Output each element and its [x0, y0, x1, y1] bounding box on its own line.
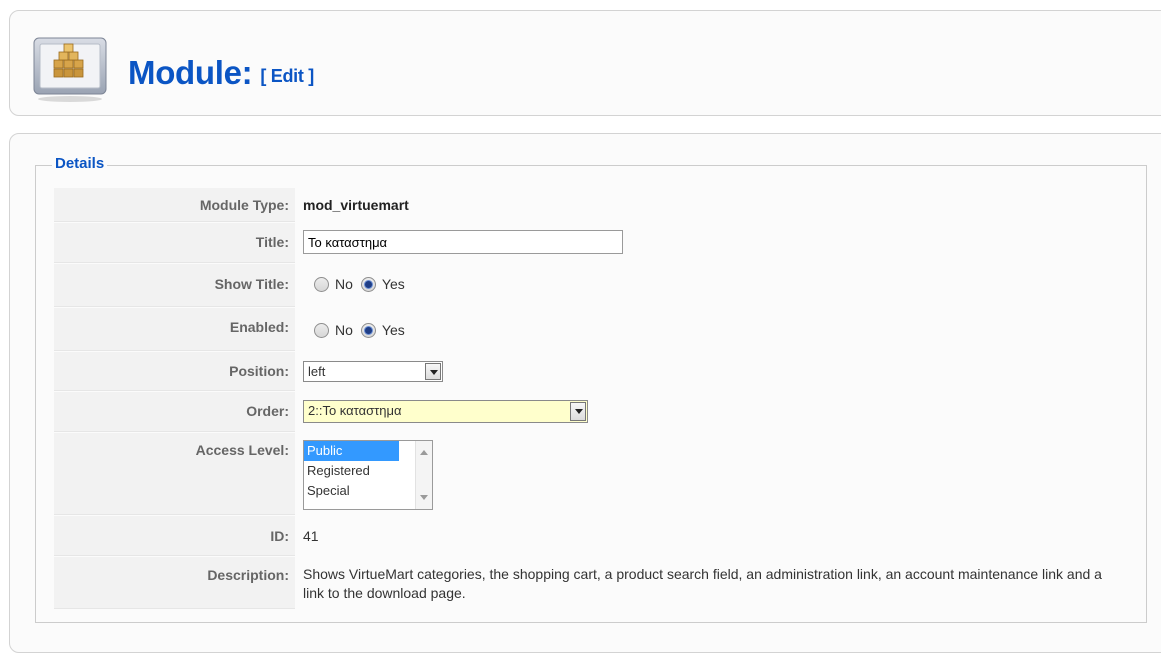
enabled-no-label: No [335, 322, 353, 338]
module-type-row: Module Type: mod_virtuemart [54, 188, 1138, 222]
order-row: Order: 2::Το καταστημα [54, 392, 1138, 432]
chevron-down-icon[interactable] [425, 363, 441, 380]
module-type-label: Module Type: [54, 188, 295, 222]
access-level-option-special[interactable]: Special [304, 481, 399, 501]
description-row: Description: Shows VirtueMart categories… [54, 557, 1138, 609]
access-level-row: Access Level: Public Registered Special [54, 433, 1138, 515]
position-label: Position: [54, 352, 295, 391]
module-type-value: mod_virtuemart [303, 197, 409, 213]
scroll-down-icon[interactable] [420, 495, 428, 500]
enabled-label: Enabled: [54, 308, 295, 351]
scroll-up-icon[interactable] [420, 450, 428, 455]
show-title-no-radio[interactable] [314, 276, 329, 292]
enabled-row: Enabled: No Yes [54, 308, 1138, 351]
show-title-yes-radio[interactable] [360, 276, 376, 292]
id-label: ID: [54, 516, 295, 556]
order-select-value: 2::Το καταστημα [308, 403, 402, 418]
enabled-no-radio[interactable] [314, 322, 329, 338]
page-title: Module: [ Edit ] [128, 54, 314, 92]
chevron-down-icon[interactable] [570, 402, 586, 421]
enabled-yes-label: Yes [381, 322, 405, 338]
position-row: Position: left [54, 352, 1138, 391]
enabled-radio-group: No Yes [314, 322, 413, 338]
title-row: Title: [54, 223, 1138, 263]
enabled-yes-radio[interactable] [360, 322, 376, 338]
position-select[interactable]: left [303, 361, 443, 382]
title-input[interactable] [303, 230, 623, 254]
show-title-radio-group: No Yes [314, 276, 413, 292]
page-title-edit: [ Edit ] [260, 66, 314, 86]
description-value: Shows VirtueMart categories, the shoppin… [303, 566, 1102, 601]
details-legend: Details [52, 155, 108, 172]
order-select[interactable]: 2::Το καταστημα [303, 400, 588, 423]
access-level-option-public[interactable]: Public [304, 441, 399, 461]
description-label: Description: [54, 557, 295, 609]
position-select-value: left [308, 364, 326, 379]
order-label: Order: [54, 392, 295, 432]
show-title-no-label: No [335, 276, 353, 292]
module-icon [33, 37, 107, 102]
listbox-scrollbar[interactable] [415, 441, 432, 509]
access-level-listbox[interactable]: Public Registered Special [303, 440, 433, 510]
title-label: Title: [54, 223, 295, 263]
page-header: Module: [ Edit ] [9, 10, 1161, 116]
access-level-option-registered[interactable]: Registered [304, 461, 399, 481]
show-title-row: Show Title: No Yes [54, 264, 1138, 307]
access-level-label: Access Level: [54, 433, 295, 515]
page-title-text: Module: [128, 54, 253, 91]
id-value: 41 [303, 528, 319, 544]
id-row: ID: 41 [54, 516, 1138, 556]
show-title-yes-label: Yes [381, 276, 405, 292]
show-title-label: Show Title: [54, 264, 295, 307]
